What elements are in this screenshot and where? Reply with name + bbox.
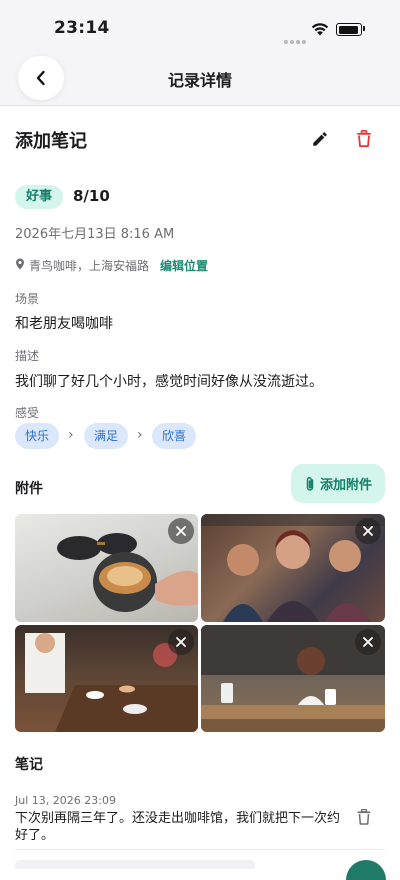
remove-attachment-button[interactable] [355,629,381,655]
attachments-title: 附件 [15,481,43,497]
add-attachment-label: 添加附件 [319,478,372,493]
feelings-label: 感受 [15,406,40,420]
battery-tip [363,26,365,31]
feeling-chip: 快乐 [15,423,60,449]
note-text: 下次别再隔三年了。还没走出咖啡馆，我们就把下一次约好了。 [15,811,341,843]
attachment-photo[interactable] [201,514,385,622]
note-date: Jul 13, 2026 23:09 [15,794,116,807]
battery-icon [336,23,362,36]
scene-label: 场景 [15,292,40,306]
edit-location-link[interactable]: 编辑位置 [160,257,208,274]
chevron-right-icon: › [68,427,74,443]
record-date: 2026年七月13日 8:16 AM [15,227,175,242]
paperclip-icon [306,476,314,491]
pencil-icon [313,132,327,146]
attachment-photo[interactable] [15,514,198,622]
record-score: 8/10 [73,187,110,205]
status-bar: 23:14 [0,0,400,52]
close-icon [363,526,373,536]
attachment-photo[interactable] [15,625,198,732]
remove-attachment-button[interactable] [355,518,381,544]
edit-button[interactable] [306,125,334,153]
delete-button[interactable] [350,125,378,153]
remove-attachment-button[interactable] [168,518,194,544]
cellular-signal-icon [284,29,308,48]
attachment-photo[interactable] [201,625,385,732]
description-label: 描述 [15,349,40,363]
feeling-chip: 满足 [84,423,129,449]
add-attachment-button[interactable]: 添加附件 [291,464,385,503]
wifi-icon [311,23,329,36]
close-icon [176,526,186,536]
remove-attachment-button[interactable] [168,629,194,655]
close-icon [176,637,186,647]
record-title: 添加笔记 [15,131,87,152]
status-time: 23:14 [54,18,110,38]
navigation-bar: 记录详情 [0,52,400,106]
add-note-button[interactable] [346,860,386,880]
divider [15,849,385,850]
delete-note-button[interactable] [354,806,374,828]
nav-title: 记录详情 [167,71,232,90]
trash-icon [357,809,371,825]
feeling-chip: 欣喜 [152,423,197,449]
chevron-right-icon: › [137,427,143,443]
notes-title: 笔记 [15,757,43,773]
location-pin-icon [16,258,24,270]
close-icon [363,637,373,647]
location-text: 青鸟咖啡，上海安福路 [29,259,150,273]
note-input-bar[interactable] [15,860,255,869]
record-type-badge: 好事 [15,185,64,209]
scene-value: 和老朋友喝咖啡 [15,316,113,332]
trash-icon [357,130,371,148]
description-value: 我们聊了好几个小时，感觉时间好像从没流逝过。 [15,374,323,390]
